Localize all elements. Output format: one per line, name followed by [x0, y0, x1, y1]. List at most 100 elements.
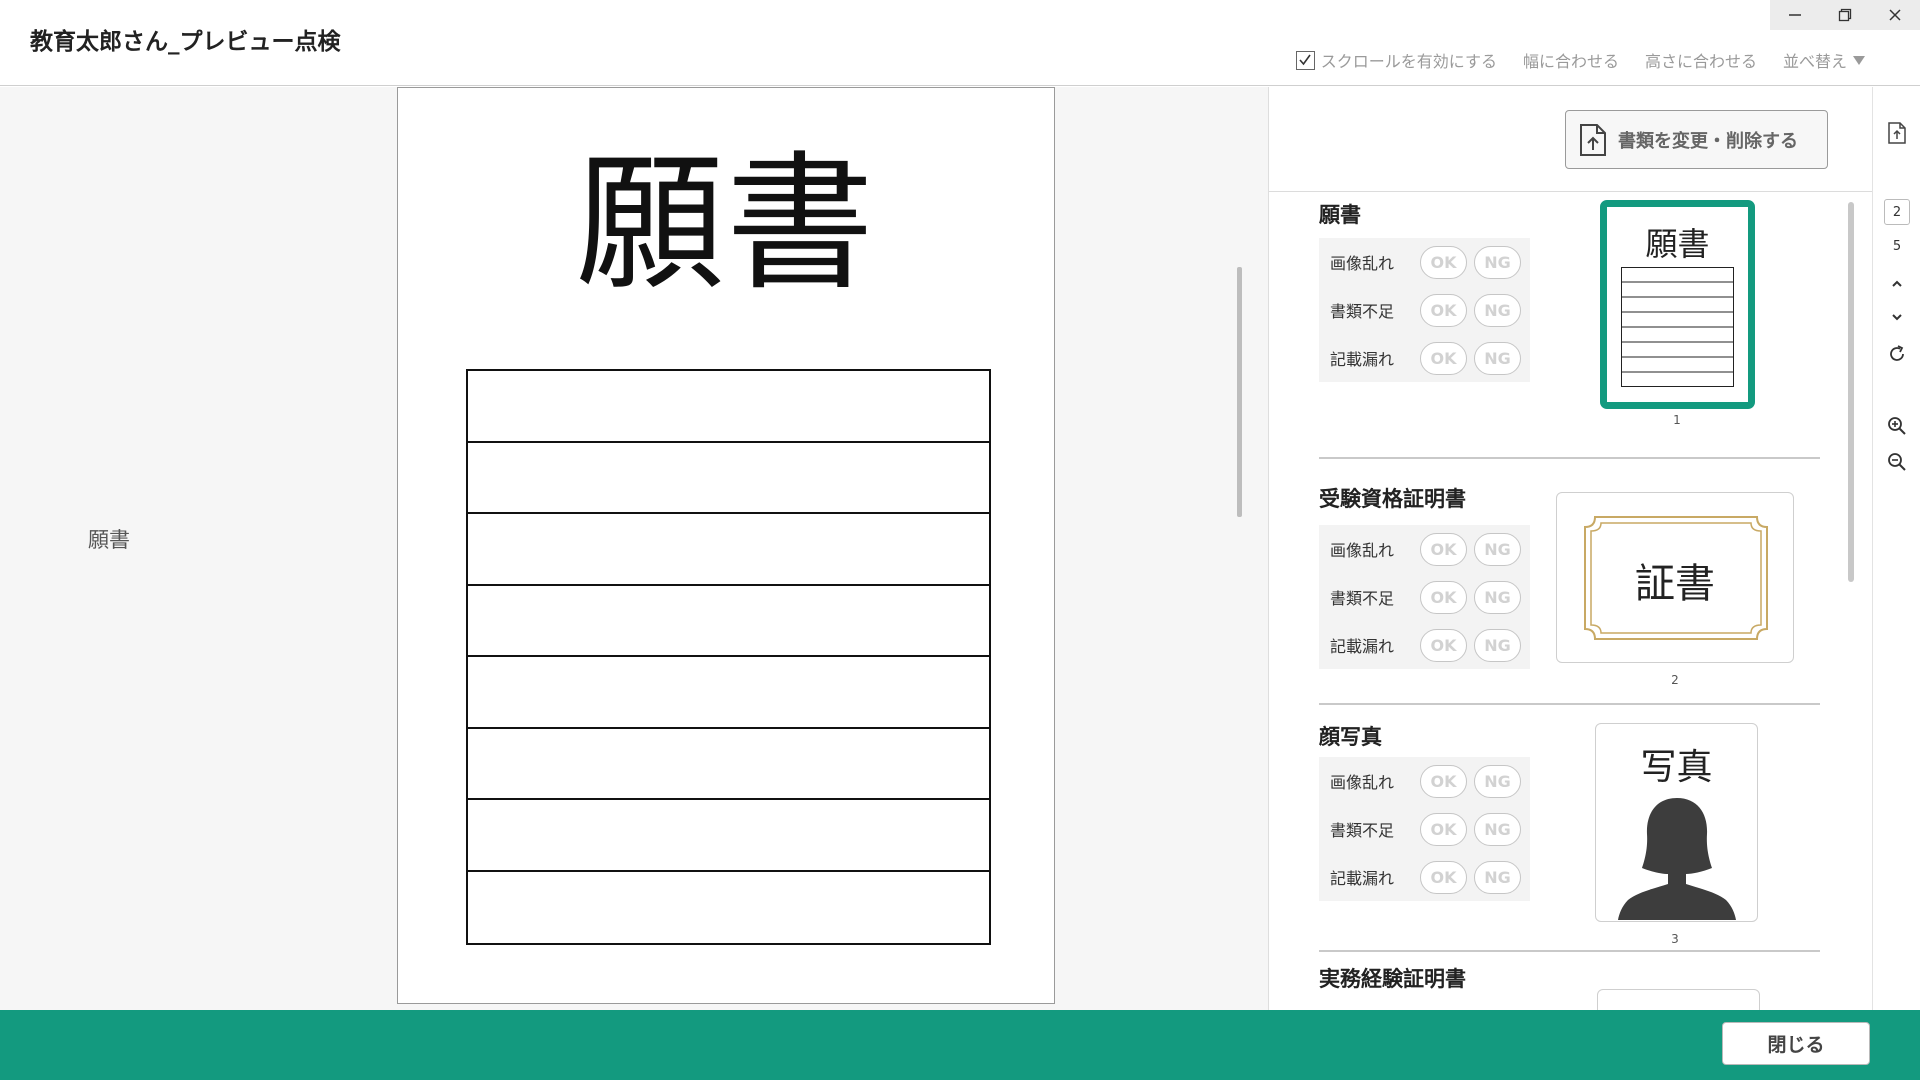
total-pages: 5	[1892, 239, 1902, 254]
document-thumbnail[interactable]	[1597, 989, 1760, 1010]
window-title: 教育太郎さん_プレビュー点検	[30, 29, 341, 55]
scroll-toggle[interactable]: スクロールを有効にする	[1295, 48, 1497, 72]
thumbnail-number: 2	[1671, 673, 1679, 687]
sort-label: 並べ替え	[1782, 52, 1847, 71]
checklist-panel: 書類を変更・削除する 願書 画像乱れ OK NG 書類不足 OK NG 記載漏れ…	[1268, 87, 1872, 1010]
ng-button[interactable]: NG	[1474, 628, 1521, 662]
section-divider	[1319, 457, 1820, 459]
footer-bar: 閉じる	[0, 1010, 1920, 1080]
zoom-out-icon[interactable]	[1885, 450, 1909, 474]
ng-button[interactable]: NG	[1474, 293, 1521, 327]
ok-button[interactable]: OK	[1420, 245, 1467, 279]
check-row: 画像乱れ OK NG	[1319, 238, 1530, 286]
panel-header: 書類を変更・削除する	[1269, 87, 1872, 192]
document-thumbnail[interactable]: 証書	[1556, 492, 1794, 663]
form-table	[466, 369, 991, 945]
thumbnail-number: 3	[1671, 932, 1679, 946]
close-button[interactable]: 閉じる	[1722, 1022, 1870, 1065]
chevron-down-icon[interactable]	[1885, 305, 1909, 329]
check-list: 画像乱れ OK NG 書類不足 OK NG 記載漏れ OK NG	[1319, 238, 1530, 382]
ng-button[interactable]: NG	[1474, 245, 1521, 279]
ng-button[interactable]: NG	[1474, 532, 1521, 566]
form-table-row	[468, 443, 989, 514]
sort-dropdown[interactable]: 並べ替え	[1783, 48, 1865, 72]
restore-icon[interactable]	[1820, 0, 1870, 30]
document-thumbnail-selected[interactable]: 願書	[1600, 200, 1755, 409]
ng-button[interactable]: NG	[1474, 341, 1521, 375]
ok-button[interactable]: OK	[1420, 293, 1467, 327]
check-label: 記載漏れ	[1330, 869, 1395, 888]
ok-button[interactable]: OK	[1420, 341, 1467, 375]
window-controls	[1770, 0, 1920, 30]
check-row: 記載漏れ OK NG	[1319, 621, 1530, 669]
title-bar: 教育太郎さん_プレビュー点検 スクロールを有効にする 幅に合わせる 高さに合わせ…	[0, 0, 1920, 86]
fit-height-button[interactable]: 高さに合わせる	[1645, 48, 1757, 72]
section-divider	[1319, 950, 1820, 952]
ok-button[interactable]: OK	[1420, 812, 1467, 846]
form-table-row	[468, 371, 989, 443]
scroll-checkbox[interactable]	[1295, 50, 1315, 70]
form-table-row	[468, 657, 989, 729]
chevron-down-icon	[1853, 55, 1865, 65]
document-page: 願書	[397, 87, 1055, 1004]
ng-button[interactable]: NG	[1474, 812, 1521, 846]
person-silhouette-icon	[1618, 798, 1736, 920]
document-viewer[interactable]: 願書	[397, 87, 1268, 1010]
viewer-scrollbar[interactable]	[1237, 267, 1242, 517]
current-page-input[interactable]: 2	[1884, 199, 1910, 225]
form-table-row	[468, 800, 989, 872]
check-list: 画像乱れ OK NG 書類不足 OK NG 記載漏れ OK NG	[1319, 525, 1530, 669]
ok-button[interactable]: OK	[1420, 628, 1467, 662]
current-document-label: 願書	[88, 528, 130, 552]
thumbnail-title: 証書	[1635, 561, 1715, 607]
chevron-up-icon[interactable]	[1885, 272, 1909, 296]
check-label: 書類不足	[1330, 589, 1395, 608]
check-row: 記載漏れ OK NG	[1319, 334, 1530, 382]
zoom-in-icon[interactable]	[1885, 414, 1909, 438]
file-upload-icon	[1580, 123, 1606, 156]
ok-button[interactable]: OK	[1420, 860, 1467, 894]
check-label: 画像乱れ	[1330, 254, 1395, 273]
ng-button[interactable]: NG	[1474, 764, 1521, 798]
check-row: 書類不足 OK NG	[1319, 573, 1530, 621]
ng-button[interactable]: NG	[1474, 580, 1521, 614]
form-table-row	[468, 514, 989, 586]
check-label: 画像乱れ	[1330, 773, 1395, 792]
form-table-row	[468, 729, 989, 800]
rotate-icon[interactable]	[1885, 342, 1909, 366]
change-delete-documents-button[interactable]: 書類を変更・削除する	[1565, 110, 1828, 169]
scroll-toggle-label: スクロールを有効にする	[1320, 52, 1497, 71]
ng-button[interactable]: NG	[1474, 860, 1521, 894]
close-icon[interactable]	[1870, 0, 1920, 30]
document-label-pane: 願書	[0, 87, 397, 1010]
check-row: 画像乱れ OK NG	[1319, 757, 1530, 805]
fit-width-button[interactable]: 幅に合わせる	[1523, 48, 1619, 72]
section-divider	[1319, 703, 1820, 705]
page-heading: 願書	[576, 138, 876, 310]
check-row: 記載漏れ OK NG	[1319, 853, 1530, 901]
ok-button[interactable]: OK	[1420, 532, 1467, 566]
check-row: 書類不足 OK NG	[1319, 805, 1530, 853]
form-table-row	[468, 586, 989, 657]
check-label: 書類不足	[1330, 821, 1395, 840]
form-table-row	[468, 872, 989, 944]
thumbnail-title: 写真	[1640, 747, 1713, 788]
view-toolbar: スクロールを有効にする 幅に合わせる 高さに合わせる 並べ替え	[1270, 48, 1865, 72]
panel-scrollbar[interactable]	[1848, 202, 1854, 582]
checkmark-icon	[1299, 54, 1311, 66]
page-tools: 2 5	[1872, 87, 1920, 1010]
thumbnail-title: 願書	[1645, 225, 1710, 263]
ok-button[interactable]: OK	[1420, 764, 1467, 798]
check-label: 記載漏れ	[1330, 637, 1395, 656]
ok-button[interactable]: OK	[1420, 580, 1467, 614]
minimize-icon[interactable]	[1770, 0, 1820, 30]
check-label: 書類不足	[1330, 302, 1395, 321]
document-thumbnail[interactable]: 写真	[1595, 723, 1758, 922]
check-list: 画像乱れ OK NG 書類不足 OK NG 記載漏れ OK NG	[1319, 757, 1530, 901]
check-label: 記載漏れ	[1330, 350, 1395, 369]
file-upload-icon[interactable]	[1885, 121, 1909, 145]
thumbnail-number: 1	[1673, 413, 1681, 427]
check-row: 画像乱れ OK NG	[1319, 525, 1530, 573]
change-delete-label: 書類を変更・削除する	[1618, 130, 1798, 152]
check-label: 画像乱れ	[1330, 541, 1395, 560]
